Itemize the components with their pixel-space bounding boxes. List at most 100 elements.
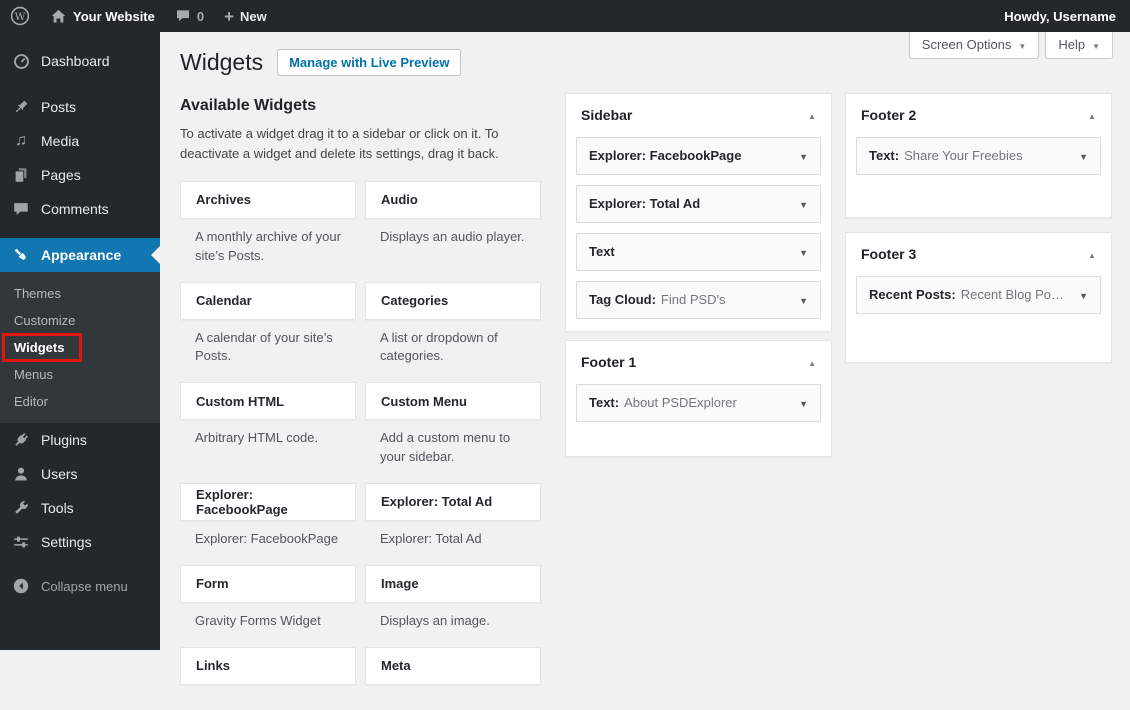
howdy-account-link[interactable]: Howdy, Username [1004, 9, 1116, 24]
chevron-down-icon[interactable] [1079, 287, 1088, 302]
widget-description: Gravity Forms Widget [180, 612, 356, 647]
widget-areas-middle-column: Sidebar Explorer: FacebookPage Explorer:… [565, 93, 832, 465]
sidebar-item-label: Appearance [41, 247, 121, 263]
sidebar-item-label: Settings [41, 534, 92, 550]
panel-header[interactable]: Footer 1 [566, 341, 831, 382]
widget-card[interactable]: Image [365, 565, 541, 603]
widget-description [365, 694, 541, 710]
widget-bar-title: Text: [589, 395, 619, 410]
collapse-panel-icon[interactable] [808, 354, 816, 369]
widget-title: Categories [381, 293, 448, 308]
chevron-down-icon[interactable] [799, 244, 808, 259]
panel-header[interactable]: Sidebar [566, 94, 831, 135]
panel-title: Footer 3 [861, 246, 916, 262]
available-widgets-description: To activate a widget drag it to a sideba… [180, 124, 532, 164]
panel-header[interactable]: Footer 2 [846, 94, 1111, 135]
sidebar-item-label: Dashboard [41, 53, 110, 69]
sidebar-item-pages[interactable]: Pages [0, 158, 160, 192]
panel-header[interactable]: Footer 3 [846, 233, 1111, 274]
available-widget-explorer-total-ad: Explorer: Total Ad Explorer: Total Ad [365, 483, 541, 565]
help-label: Help [1058, 37, 1085, 52]
widget-card[interactable]: Explorer: Total Ad [365, 483, 541, 521]
widget-bar-title: Text [589, 244, 615, 259]
widget-drop-zone[interactable] [856, 324, 1101, 360]
sidebar-item-posts[interactable]: Posts [0, 90, 160, 124]
user-icon [11, 465, 31, 483]
admin-sidebar-menu: Dashboard Posts ♫ Media Pages Comments A… [0, 32, 160, 650]
chevron-down-icon[interactable] [799, 395, 808, 410]
widget-card[interactable]: Custom HTML [180, 382, 356, 420]
widget-bar-title: Explorer: Total Ad [589, 196, 700, 211]
wrench-icon [11, 499, 31, 517]
widget-card[interactable]: Custom Menu [365, 382, 541, 420]
sidebar-item-dashboard[interactable]: Dashboard [0, 44, 160, 78]
widget-bar-detail: Find PSD's [661, 292, 726, 307]
submenu-item-customize[interactable]: Customize [0, 307, 160, 334]
widget-card[interactable]: Meta [365, 647, 541, 685]
submenu-item-themes[interactable]: Themes [0, 280, 160, 307]
manage-live-preview-button[interactable]: Manage with Live Preview [277, 49, 461, 76]
dashboard-gauge-icon [11, 52, 31, 71]
placed-widget-explorer-total-ad[interactable]: Explorer: Total Ad [576, 185, 821, 223]
widget-description: Explorer: FacebookPage [180, 530, 356, 565]
sidebar-item-plugins[interactable]: Plugins [0, 423, 160, 457]
placed-widget-explorer-facebookpage[interactable]: Explorer: FacebookPage [576, 137, 821, 175]
available-widgets-section: Available Widgets To activate a widget d… [180, 93, 541, 710]
submenu-item-widgets[interactable]: Widgets [0, 334, 160, 361]
sidebar-item-media[interactable]: ♫ Media [0, 124, 160, 158]
sidebar-item-comments[interactable]: Comments [0, 192, 160, 226]
available-widget-form: Form Gravity Forms Widget [180, 565, 356, 647]
widget-card[interactable]: Calendar [180, 282, 356, 320]
chevron-down-icon[interactable] [799, 148, 808, 163]
site-name-link[interactable]: Your Website [40, 0, 165, 32]
collapse-menu-button[interactable]: Collapse menu [0, 569, 160, 603]
sidebar-item-tools[interactable]: Tools [0, 491, 160, 525]
sidebar-item-label: Tools [41, 500, 74, 516]
widget-drop-zone[interactable] [576, 432, 821, 454]
placed-widget-text[interactable]: Text [576, 233, 821, 271]
comments-link[interactable]: 0 [165, 0, 214, 32]
site-name-label: Your Website [73, 9, 155, 24]
admin-bar: W Your Website 0 New Howdy, Username [0, 0, 1130, 32]
widget-card[interactable]: Archives [180, 181, 356, 219]
widget-card[interactable]: Categories [365, 282, 541, 320]
help-button[interactable]: Help [1045, 32, 1113, 59]
submenu-item-editor[interactable]: Editor [0, 388, 160, 415]
widget-drop-zone[interactable] [856, 185, 1101, 215]
widget-title: Form [196, 576, 229, 591]
submenu-item-menus[interactable]: Menus [0, 361, 160, 388]
available-widget-custom-menu: Custom Menu Add a custom menu to your si… [365, 382, 541, 483]
widget-title: Links [196, 658, 230, 673]
screen-options-button[interactable]: Screen Options [909, 32, 1040, 59]
placed-widget-recent-posts[interactable]: Recent Posts: Recent Blog Po… [856, 276, 1101, 314]
submenu-item-widgets-label: Widgets [14, 340, 64, 355]
placed-widget-text-share[interactable]: Text: Share Your Freebies [856, 137, 1101, 175]
placed-widget-text-about[interactable]: Text: About PSDExplorer [576, 384, 821, 422]
widget-title: Explorer: Total Ad [381, 494, 492, 509]
panel-body: Text: Share Your Freebies [846, 135, 1111, 217]
chevron-down-icon[interactable] [799, 292, 808, 307]
placed-widget-tag-cloud[interactable]: Tag Cloud: Find PSD's [576, 281, 821, 319]
collapse-panel-icon[interactable] [808, 107, 816, 122]
chevron-down-icon [1018, 37, 1026, 52]
sidebar-item-settings[interactable]: Settings [0, 525, 160, 559]
chevron-down-icon[interactable] [1079, 148, 1088, 163]
widgets-layout: Available Widgets To activate a widget d… [160, 77, 1130, 710]
sidebar-item-appearance[interactable]: Appearance [0, 238, 160, 272]
widget-bar-title: Explorer: FacebookPage [589, 148, 741, 163]
sidebar-item-users[interactable]: Users [0, 457, 160, 491]
collapse-panel-icon[interactable] [1088, 107, 1096, 122]
widget-areas-right-column: Footer 2 Text: Share Your Freebies Foote… [845, 93, 1112, 371]
collapse-panel-icon[interactable] [1088, 246, 1096, 261]
widget-card[interactable]: Explorer: FacebookPage [180, 483, 356, 521]
pushpin-icon [11, 98, 31, 116]
widget-card[interactable]: Audio [365, 181, 541, 219]
widget-bar-detail: About PSDExplorer [624, 395, 737, 410]
wp-logo-button[interactable]: W [0, 0, 40, 32]
widget-card[interactable]: Links [180, 647, 356, 685]
widget-description: Displays an image. [365, 612, 541, 647]
new-content-link[interactable]: New [214, 0, 277, 32]
widget-card[interactable]: Form [180, 565, 356, 603]
widget-bar-title: Tag Cloud: [589, 292, 656, 307]
chevron-down-icon[interactable] [799, 196, 808, 211]
